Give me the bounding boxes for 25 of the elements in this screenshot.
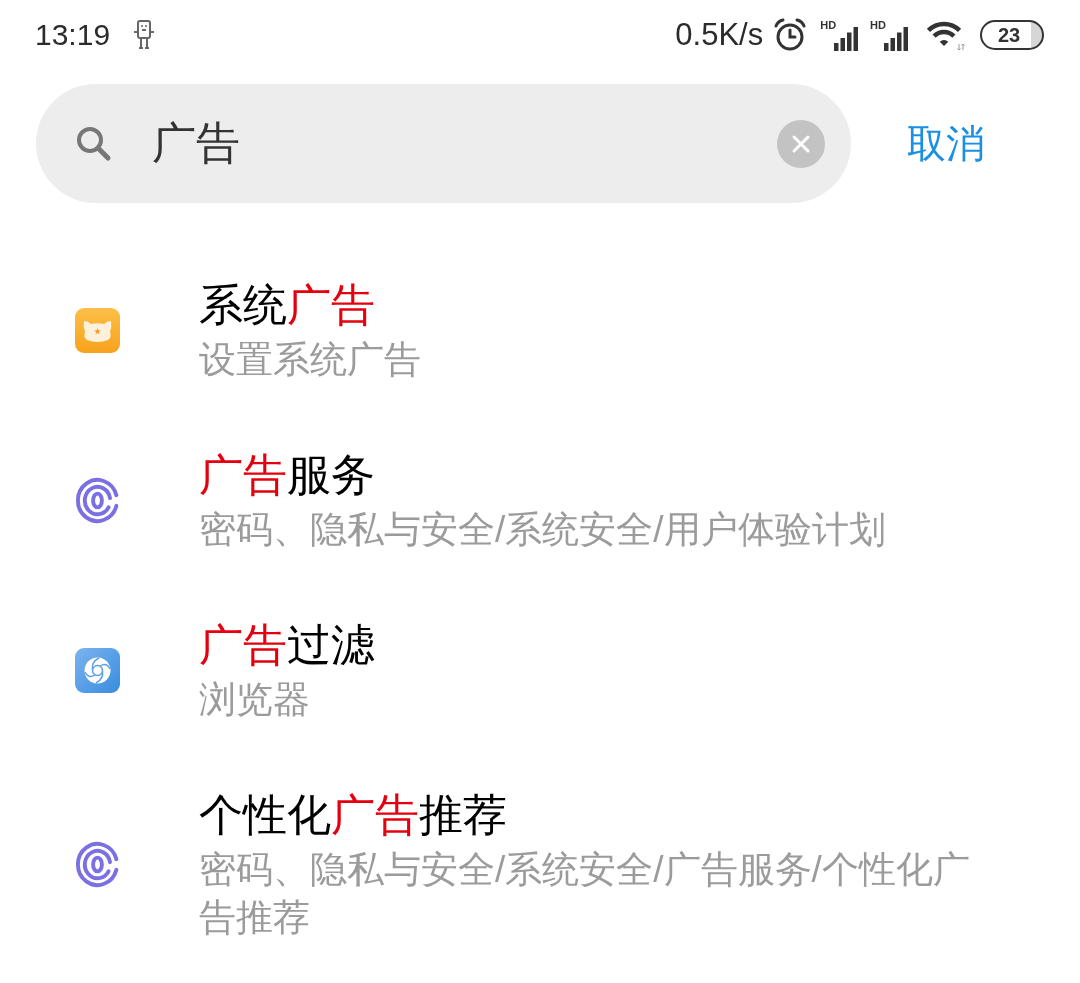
status-time: 13:19 — [35, 18, 111, 52]
search-icon — [75, 125, 112, 162]
result-subtitle: 浏览器 — [199, 678, 311, 722]
battery-percent: 23 — [997, 25, 1021, 45]
fingerprint-icon — [75, 841, 120, 888]
result-title[interactable]: 广告过滤 — [199, 617, 995, 673]
hd-label: HD — [820, 19, 837, 31]
clear-icon[interactable] — [777, 119, 825, 168]
result-subtitle: 设置系统广告 — [199, 338, 422, 382]
search-field[interactable]: 广告 — [36, 84, 851, 203]
result-subtitle: 密码、隐私与安全/系统安全/用户体验计划 — [199, 508, 887, 552]
result-subtitle: 密码、隐私与安全/系统安全/广告服务/个性化广告推荐 — [199, 848, 971, 940]
result-title[interactable]: 广告服务 — [199, 447, 995, 503]
network-speed: 0.5K/s — [675, 17, 764, 53]
hd-label: HD — [870, 19, 886, 31]
search-query: 广告 — [152, 117, 240, 170]
robot-icon — [132, 20, 157, 50]
fingerprint-icon — [75, 477, 120, 524]
result-title[interactable]: 个性化广告推荐 — [199, 787, 995, 843]
result-title[interactable]: 系统广告 — [199, 277, 995, 333]
wifi-icon — [924, 19, 966, 51]
signal-icon — [884, 27, 908, 51]
signal-icon — [834, 27, 859, 51]
aperture-icon — [75, 648, 120, 693]
animal-face-icon — [75, 308, 120, 353]
